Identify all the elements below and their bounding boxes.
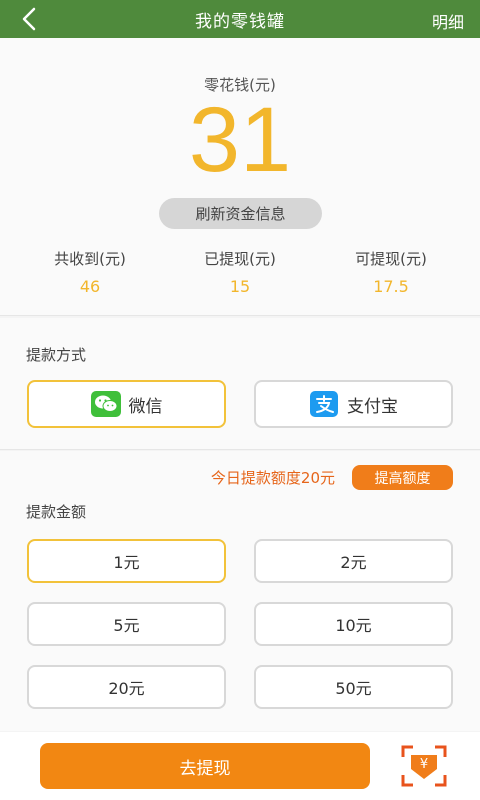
amount-option-2[interactable]: 2元 <box>254 539 453 583</box>
method-alipay-button[interactable]: 支付宝 <box>254 380 453 428</box>
stat-available: 可提现(元) 17.5 <box>311 248 471 296</box>
method-wechat-button[interactable]: 微信 <box>27 380 226 428</box>
stats-row: 共收到(元) 46 已提现(元) 15 可提现(元) 17.5 <box>0 248 480 308</box>
alipay-icon <box>310 391 338 417</box>
amount-section: 今日提款额度20元 提高额度 提款金额 1元 2元 5元 10元 20元 50元 <box>0 451 480 731</box>
amount-option-20[interactable]: 20元 <box>27 665 226 709</box>
amount-label: 提款金额 <box>26 503 87 521</box>
method-label: 提款方式 <box>26 346 87 364</box>
stat-value: 46 <box>79 277 101 296</box>
chevron-left-icon <box>22 7 36 31</box>
footer-bar: 去提现 ¥ <box>0 732 480 800</box>
method-label-alipay: 支付宝 <box>347 396 398 417</box>
wechat-icon <box>90 391 121 417</box>
raise-limit-button[interactable]: 提高额度 <box>352 465 453 490</box>
stat-label: 已提现(元) <box>204 250 276 268</box>
stat-value: 15 <box>229 277 251 296</box>
stat-label: 共收到(元) <box>54 250 126 268</box>
app-header: 我的零钱罐 明细 <box>0 0 480 38</box>
balance-section: 零花钱(元) 31 刷新资金信息 共收到(元) 46 已提现(元) 15 可提现… <box>0 38 480 316</box>
stat-label: 可提现(元) <box>355 250 427 268</box>
yen-glyph: ¥ <box>420 757 428 772</box>
refresh-button[interactable]: 刷新资金信息 <box>159 198 322 229</box>
method-label-wechat: 微信 <box>128 396 163 417</box>
withdraw-method-section: 提款方式 微信 支付宝 <box>0 318 480 450</box>
amount-option-10[interactable]: 10元 <box>254 602 453 646</box>
amount-option-50[interactable]: 50元 <box>254 665 453 709</box>
amount-option-5[interactable]: 5元 <box>27 602 226 646</box>
balance-value: 31 <box>188 89 292 191</box>
page-title: 我的零钱罐 <box>195 11 285 32</box>
stat-received: 共收到(元) 46 <box>10 248 170 296</box>
amount-option-1[interactable]: 1元 <box>27 539 226 583</box>
detail-link[interactable]: 明细 <box>432 9 464 33</box>
stat-value: 17.5 <box>373 277 409 296</box>
back-button[interactable] <box>14 4 44 34</box>
daily-limit-text: 今日提款额度20元 <box>210 469 335 487</box>
withdraw-button[interactable]: 去提现 <box>40 743 370 789</box>
scan-yen-icon[interactable]: ¥ <box>401 745 447 787</box>
stat-withdrawn: 已提现(元) 15 <box>160 248 320 296</box>
